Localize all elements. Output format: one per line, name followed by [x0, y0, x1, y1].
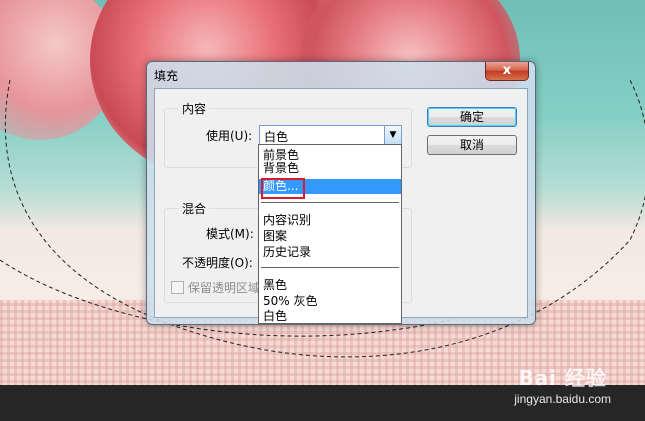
use-select-value: 白色 — [264, 130, 289, 144]
use-select[interactable]: 白色 ▼ — [259, 125, 402, 145]
dropdown-item-black[interactable]: 黑色 — [259, 278, 401, 293]
dropdown-item-history[interactable]: 历史记录 — [259, 245, 401, 260]
dropdown-separator — [261, 267, 399, 268]
blend-group-legend: 混合 — [179, 200, 210, 217]
chevron-down-icon[interactable]: ▼ — [384, 126, 401, 144]
dialog-body: 内容 使用(U): 白色 ▼ 混合 模式(M): 不透明度(O): 保留透明区域… — [154, 88, 528, 324]
close-icon: x — [502, 63, 512, 78]
dropdown-separator — [261, 202, 399, 203]
mode-label: 模式(M): — [206, 227, 254, 241]
use-label: 使用(U): — [206, 129, 253, 143]
watermark-url: jingyan.baidu.com — [514, 392, 611, 406]
fill-dialog: 填充 x 内容 使用(U): 白色 ▼ 混合 模式(M): 不透明度(O): 保… — [146, 61, 536, 325]
dropdown-item-pattern[interactable]: 图案 — [259, 229, 401, 244]
dialog-title: 填充 — [154, 69, 179, 83]
preserve-transparency-checkbox[interactable] — [171, 281, 184, 294]
watermark-logo: Bai 经验 — [518, 366, 607, 390]
dialog-titlebar[interactable]: 填充 x — [147, 62, 535, 86]
dropdown-item-background[interactable]: 背景色 — [259, 161, 401, 176]
dropdown-item-white[interactable]: 白色 — [259, 309, 401, 324]
dropdown-item-content-aware[interactable]: 内容识别 — [259, 213, 401, 228]
dropdown-item-gray50[interactable]: 50% 灰色 — [259, 294, 401, 309]
preserve-transparency-label: 保留透明区域 — [188, 281, 261, 295]
highlight-box — [261, 178, 305, 199]
close-button[interactable]: x — [485, 62, 529, 81]
ok-button[interactable]: 确定 — [427, 107, 517, 127]
use-dropdown-list: 前景色 背景色 颜色... 内容识别 图案 历史记录 黑色 50% 灰色 白色 — [258, 144, 402, 324]
content-group-legend: 内容 — [179, 100, 210, 117]
cancel-button[interactable]: 取消 — [427, 135, 517, 155]
opacity-label: 不透明度(O): — [182, 256, 253, 270]
